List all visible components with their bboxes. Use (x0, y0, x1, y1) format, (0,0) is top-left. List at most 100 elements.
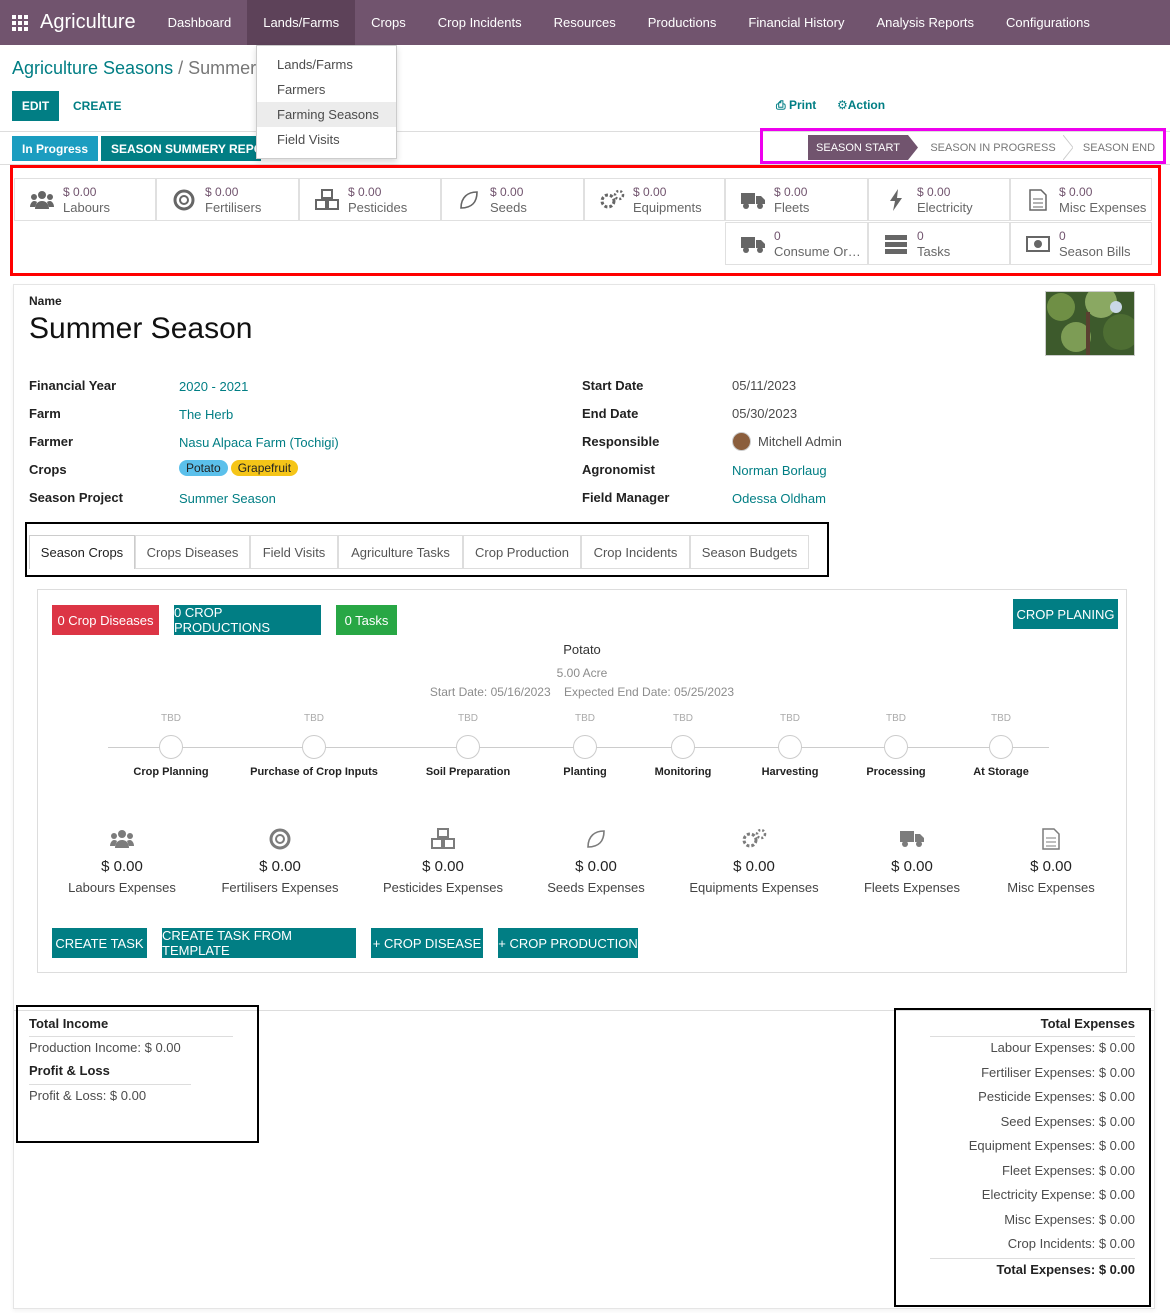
breadcrumb-parent[interactable]: Agriculture Seasons (12, 58, 173, 78)
stat-value: $ 0.00 (205, 184, 239, 199)
tbd-label: TBD (161, 713, 181, 724)
stat-value: $ 0.00 (633, 184, 667, 199)
in-progress-button[interactable]: In Progress (12, 136, 98, 161)
crop-tag[interactable]: Grapefruit (230, 460, 299, 476)
menu-crops[interactable]: Crops (355, 0, 422, 45)
stat-text: $ 0.00 Fertilisers (205, 185, 261, 215)
stat-button-equipments[interactable]: $ 0.00 Equipments (584, 178, 725, 221)
timeline-node[interactable] (778, 735, 802, 759)
field-label: Season Project (29, 490, 123, 505)
tasks-button[interactable]: 0 Tasks (336, 605, 397, 635)
season-image[interactable] (1045, 291, 1135, 356)
crop-diseases-button[interactable]: 0 Crop Diseases (52, 605, 159, 635)
action-label: Action (847, 98, 886, 112)
crop-productions-button[interactable]: 0 CROP PRODUCTIONS (174, 605, 321, 635)
app-brand[interactable]: Agriculture (40, 11, 136, 34)
field-label: Field Manager (582, 490, 670, 505)
tbd-label: TBD (991, 713, 1011, 724)
stat-label: Equipments (633, 199, 702, 215)
create-task-from-template-button[interactable]: CREATE TASK FROM TEMPLATE (162, 928, 356, 958)
stat-button-consume-ord-[interactable]: 0 Consume Ord... (725, 222, 868, 265)
expense-item: $ 0.00 Fleets Expenses (837, 828, 987, 895)
tab-crop-production[interactable]: Crop Production (463, 535, 581, 569)
timeline-node[interactable] (989, 735, 1013, 759)
edit-button[interactable]: EDIT (12, 91, 59, 121)
tab-agriculture-tasks[interactable]: Agriculture Tasks (338, 535, 463, 569)
expense-label: Equipments Expenses (689, 880, 819, 895)
stage-arrow-icon (908, 135, 918, 160)
field-value[interactable]: Summer Season (179, 491, 276, 506)
stage-season-start[interactable]: SEASON START (808, 135, 908, 160)
field-value[interactable]: The Herb (179, 407, 233, 422)
dropdown-item-farmers[interactable]: Farmers (257, 77, 396, 102)
tbd-label: TBD (673, 713, 693, 724)
stat-label: Labours (63, 199, 110, 215)
dropdown-item-field-visits[interactable]: Field Visits (257, 127, 396, 152)
stat-button-fertilisers[interactable]: $ 0.00 Fertilisers (156, 178, 299, 221)
season-summary-report-button[interactable]: SEASON SUMMERY REPORT (101, 136, 261, 161)
dropdown-item-farming-seasons[interactable]: Farming Seasons (257, 102, 396, 127)
tab-crops-diseases[interactable]: Crops Diseases (135, 535, 250, 569)
menu-crop-incidents[interactable]: Crop Incidents (422, 0, 538, 45)
responsible-value[interactable]: Mitchell Admin (758, 434, 842, 449)
stat-button-misc-expenses[interactable]: $ 0.00 Misc Expenses (1010, 178, 1152, 221)
field-value[interactable]: Nasu Alpaca Farm (Tochigi) (179, 435, 339, 450)
stat-button-pesticides[interactable]: $ 0.00 Pesticides (299, 178, 441, 221)
timeline-node[interactable] (159, 735, 183, 759)
total-expenses-value: Total Expenses: $ 0.00 (996, 1262, 1136, 1277)
add-crop-production-button[interactable]: + CROP PRODUCTION (498, 928, 638, 958)
crop-planing-button[interactable]: CROP PLANING (1013, 599, 1118, 629)
menu-productions[interactable]: Productions (632, 0, 733, 45)
leaf-icon (452, 189, 486, 211)
stat-value: 0 (1059, 228, 1066, 243)
create-button[interactable]: CREATE (73, 91, 121, 121)
truck-icon (736, 234, 770, 254)
apps-menu-icon[interactable] (0, 0, 40, 45)
field-value[interactable]: 2020 - 2021 (179, 379, 248, 394)
stage-season-end[interactable]: SEASON END (1075, 135, 1163, 160)
menu-configurations[interactable]: Configurations (990, 0, 1106, 45)
timeline-node[interactable] (671, 735, 695, 759)
stat-button-fleets[interactable]: $ 0.00 Fleets (725, 178, 868, 221)
tab-season-budgets[interactable]: Season Budgets (690, 535, 809, 569)
menu-lands-farms[interactable]: Lands/Farms (247, 0, 356, 45)
menu-financial-history[interactable]: Financial History (732, 0, 860, 45)
dropdown-item-lands-farms[interactable]: Lands/Farms (257, 52, 396, 77)
field-value[interactable]: Odessa Oldham (732, 491, 826, 506)
stat-value: 0 (774, 228, 781, 243)
menu-dashboard[interactable]: Dashboard (152, 0, 248, 45)
print-button[interactable]: ⎙ Print (776, 98, 816, 113)
field-label: End Date (582, 406, 639, 421)
stat-button-electricity[interactable]: $ 0.00 Electricity (868, 178, 1010, 221)
stat-button-tasks[interactable]: 0 Tasks (868, 222, 1010, 265)
profit-loss-title: Profit & Loss (29, 1063, 110, 1078)
stat-button-labours[interactable]: $ 0.00 Labours (14, 178, 156, 221)
expense-item: $ 0.00 Equipments Expenses (679, 828, 829, 895)
tab-field-visits[interactable]: Field Visits (250, 535, 338, 569)
create-task-button[interactable]: CREATE TASK (52, 928, 147, 958)
breadcrumb-sep: / (173, 58, 189, 78)
stage-season-in-progress[interactable]: SEASON IN PROGRESS (923, 135, 1063, 160)
menu-analysis-reports[interactable]: Analysis Reports (861, 0, 991, 45)
field-value[interactable]: Norman Borlaug (732, 463, 827, 478)
tab-season-crops[interactable]: Season Crops (29, 535, 135, 569)
expense-label: Misc Expenses (1007, 880, 1095, 895)
stat-button-season-bills[interactable]: 0 Season Bills (1010, 222, 1152, 265)
stat-label: Tasks (917, 243, 951, 259)
add-crop-disease-button[interactable]: + CROP DISEASE (371, 928, 483, 958)
stat-label: Seeds (490, 199, 527, 215)
stat-text: 0 Tasks (917, 229, 950, 259)
menu-resources[interactable]: Resources (538, 0, 632, 45)
tbd-label: TBD (458, 713, 478, 724)
stat-text: $ 0.00 Misc Expenses (1059, 185, 1146, 215)
timeline-node[interactable] (573, 735, 597, 759)
lifebuoy-icon (167, 189, 201, 211)
timeline-node[interactable] (884, 735, 908, 759)
timeline-node[interactable] (302, 735, 326, 759)
tab-crop-incidents[interactable]: Crop Incidents (581, 535, 690, 569)
crop-tag[interactable]: Potato (179, 460, 228, 476)
timeline-node[interactable] (456, 735, 480, 759)
action-button[interactable]: ⚙Action (837, 98, 885, 112)
stat-text: 0 Season Bills (1059, 229, 1131, 259)
stat-button-seeds[interactable]: $ 0.00 Seeds (441, 178, 584, 221)
